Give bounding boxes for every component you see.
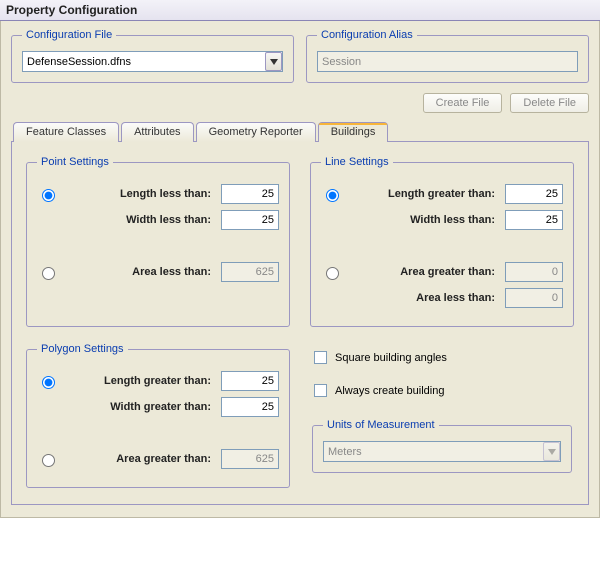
polygon-dimensions-radio[interactable] <box>42 376 55 389</box>
line-dimensions-radio[interactable] <box>326 189 339 202</box>
point-dimensions-radio[interactable] <box>42 189 55 202</box>
configuration-file-value[interactable] <box>22 51 283 72</box>
always-create-checkbox[interactable] <box>314 384 327 397</box>
point-settings-group: Point Settings Length less than: Width l… <box>26 156 290 327</box>
polygon-area-radio[interactable] <box>42 454 55 467</box>
line-area-lt-input <box>505 288 563 308</box>
polygon-length-gt-input[interactable] <box>221 371 279 391</box>
polygon-area-gt-input <box>221 449 279 469</box>
configuration-alias-legend: Configuration Alias <box>317 29 417 41</box>
configuration-file-combo[interactable] <box>22 51 283 72</box>
tab-geometry-reporter[interactable]: Geometry Reporter <box>196 122 316 142</box>
polygon-width-gt-label: Width greater than: <box>60 401 211 413</box>
square-angles-checkbox[interactable] <box>314 351 327 364</box>
line-width-lt-input[interactable] <box>505 210 563 230</box>
units-legend: Units of Measurement <box>323 419 439 431</box>
tab-buildings[interactable]: Buildings <box>318 122 389 142</box>
line-area-lt-label: Area less than: <box>344 292 495 304</box>
point-length-lt-input[interactable] <box>221 184 279 204</box>
line-area-radio[interactable] <box>326 267 339 280</box>
delete-file-button[interactable]: Delete File <box>510 93 589 113</box>
buildings-panel: Point Settings Length less than: Width l… <box>11 141 589 505</box>
polygon-settings-group: Polygon Settings Length greater than: Wi… <box>26 343 290 488</box>
units-group: Units of Measurement <box>312 419 572 473</box>
line-length-gt-input[interactable] <box>505 184 563 204</box>
point-width-lt-input[interactable] <box>221 210 279 230</box>
tab-attributes[interactable]: Attributes <box>121 122 193 142</box>
point-area-lt-label: Area less than: <box>68 266 211 278</box>
polygon-width-gt-input[interactable] <box>221 397 279 417</box>
tab-feature-classes[interactable]: Feature Classes <box>13 122 119 142</box>
units-value <box>323 441 561 462</box>
polygon-area-gt-label: Area greater than: <box>68 453 211 465</box>
tab-strip: Feature Classes Attributes Geometry Repo… <box>11 121 589 141</box>
window-title: Property Configuration <box>0 0 600 21</box>
point-width-lt-label: Width less than: <box>60 214 211 226</box>
line-area-gt-input <box>505 262 563 282</box>
configuration-alias-value <box>317 51 578 72</box>
chevron-down-icon[interactable] <box>543 442 560 461</box>
line-length-gt-label: Length greater than: <box>352 188 495 200</box>
point-length-lt-label: Length less than: <box>68 188 211 200</box>
chevron-down-icon[interactable] <box>265 52 282 71</box>
configuration-file-group: Configuration File <box>11 29 294 83</box>
polygon-settings-legend: Polygon Settings <box>37 343 128 355</box>
property-configuration-window: Property Configuration Configuration Fil… <box>0 0 600 518</box>
line-settings-group: Line Settings Length greater than: Width… <box>310 156 574 327</box>
point-area-lt-input <box>221 262 279 282</box>
units-combo[interactable] <box>323 441 561 462</box>
line-settings-legend: Line Settings <box>321 156 393 168</box>
always-create-label: Always create building <box>335 385 444 397</box>
line-area-gt-label: Area greater than: <box>352 266 495 278</box>
square-angles-label: Square building angles <box>335 352 447 364</box>
tab-container: Feature Classes Attributes Geometry Repo… <box>11 121 589 505</box>
polygon-length-gt-label: Length greater than: <box>68 375 211 387</box>
configuration-file-legend: Configuration File <box>22 29 116 41</box>
point-settings-legend: Point Settings <box>37 156 113 168</box>
point-area-radio[interactable] <box>42 267 55 280</box>
client-area: Configuration File Configuration Alias C… <box>0 21 600 518</box>
line-width-lt-label: Width less than: <box>344 214 495 226</box>
options-column: Square building angles Always create bui… <box>310 343 574 488</box>
create-file-button[interactable]: Create File <box>423 93 503 113</box>
configuration-alias-group: Configuration Alias <box>306 29 589 83</box>
